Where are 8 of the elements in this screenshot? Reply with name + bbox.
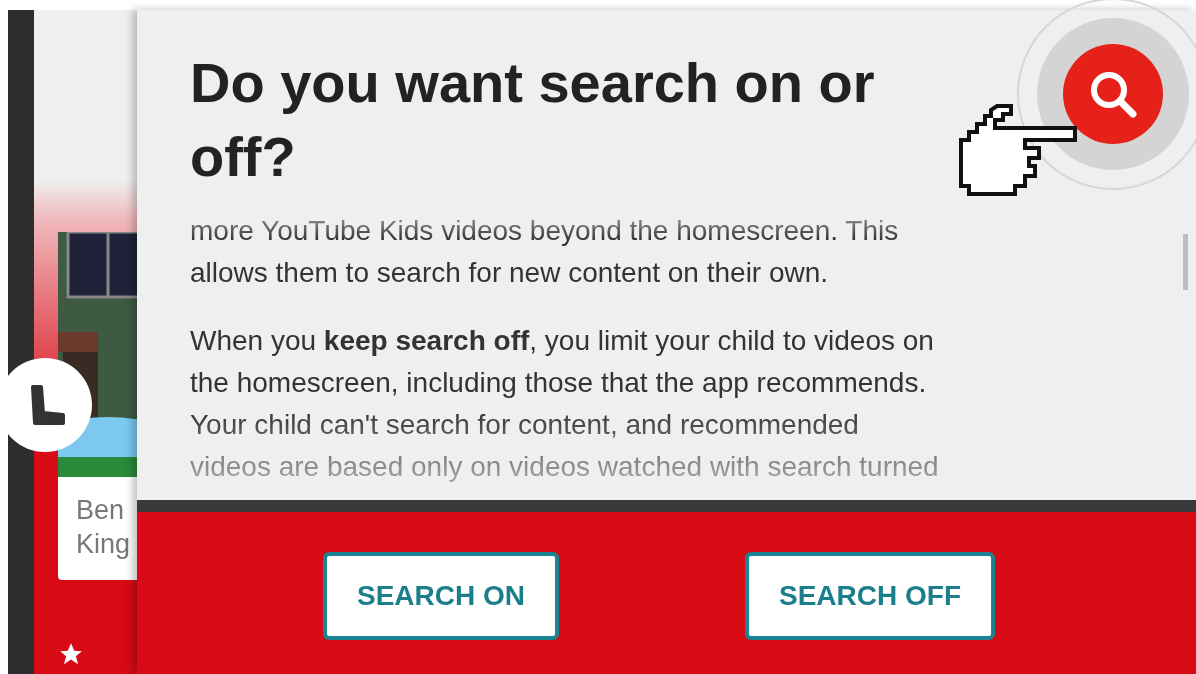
body-paragraph: When you keep search off, you limit your child to videos on the homescreen, including those that the app recommends. Your child can't search for content, and recommended videos are based only on videos watched with search turned <box>190 324 940 484</box>
video-title: Ben King <box>76 494 132 561</box>
dialog-title: Do you want search on or off? <box>190 50 876 190</box>
body-paragraph: more YouTube Kids videos beyond the homescreen. This allows them to search for new content on their own. <box>190 214 900 290</box>
option-button[interactable]: SEARCH OFF <box>745 552 995 640</box>
option-button[interactable]: SEARCH ON <box>323 552 559 640</box>
scrollbar <box>1183 234 1188 290</box>
star-icon <box>58 641 84 667</box>
